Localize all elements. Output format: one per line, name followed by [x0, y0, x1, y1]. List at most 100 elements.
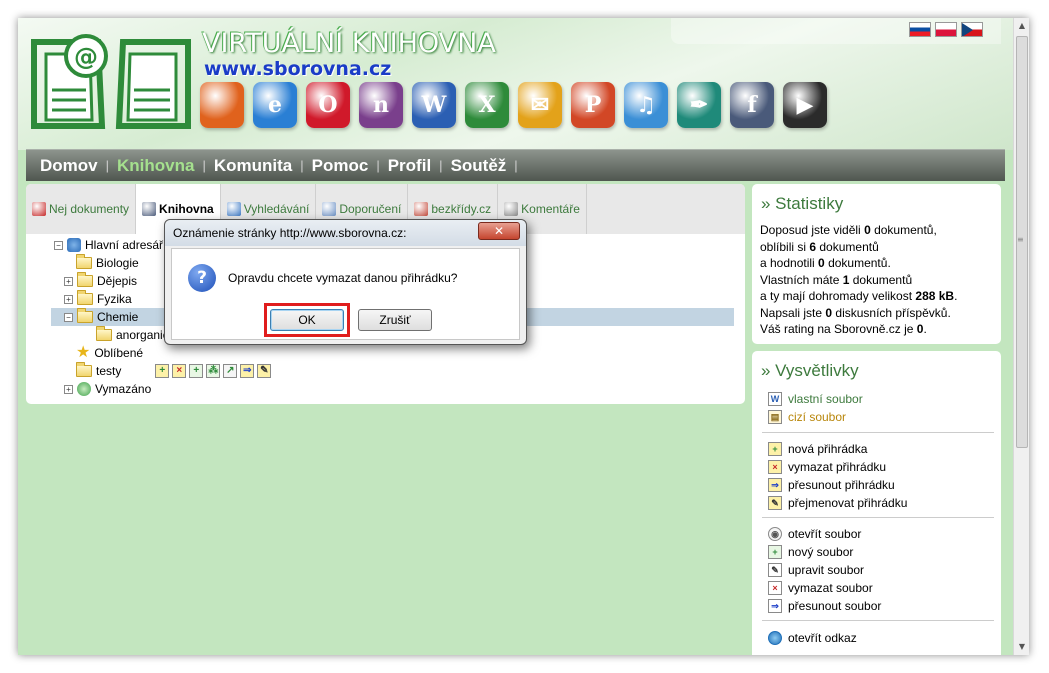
- recycle-bin-icon: [77, 382, 91, 396]
- outlook-icon[interactable]: ✉: [518, 82, 562, 128]
- excel-icon[interactable]: X: [465, 82, 509, 128]
- edit-file-icon: ✎: [768, 563, 782, 577]
- polish-flag-icon[interactable]: [935, 22, 957, 37]
- legend-label: přesunout soubor: [788, 599, 882, 613]
- slovak-flag-icon[interactable]: [909, 22, 931, 37]
- statistics-line: Doposud jste viděli 0 dokumentů,: [760, 222, 957, 239]
- flash-icon[interactable]: f: [730, 82, 774, 128]
- ok-button[interactable]: OK: [270, 309, 344, 331]
- scroll-up-icon[interactable]: ▲: [1014, 18, 1029, 34]
- statistics-text-part: dokumentů.: [824, 256, 891, 270]
- legend-label: přesunout přihrádku: [788, 478, 895, 492]
- music-file-icon[interactable]: ♫: [624, 82, 668, 128]
- legend-open-link: otevřít odkaz: [768, 630, 857, 646]
- legend-label: nový soubor: [788, 545, 854, 559]
- powerpoint-icon[interactable]: P: [571, 82, 615, 128]
- nav-item-3[interactable]: Pomoc: [312, 156, 369, 176]
- nav-separator: |: [300, 158, 304, 173]
- tab-0[interactable]: Nej dokumenty: [26, 184, 137, 234]
- add-link-icon[interactable]: ↗: [223, 364, 238, 378]
- tree-item-oblibene[interactable]: ★ Oblíbené: [76, 344, 143, 362]
- foreign-document-icon: ▤: [768, 410, 782, 424]
- open-folder-icon: [77, 308, 93, 323]
- expand-icon[interactable]: +: [64, 294, 73, 304]
- new-folder-icon[interactable]: +: [155, 364, 170, 378]
- tree-item-label: Fyzika: [97, 292, 132, 306]
- site-title: VIRTUÁLNÍ KNIHOVNA: [202, 28, 496, 59]
- legend-label: vlastní soubor: [788, 392, 863, 406]
- statistics-text-part: Doposud jste viděli: [760, 223, 865, 237]
- onenote-icon[interactable]: n: [359, 82, 403, 128]
- confirm-dialog: Oznámenie stránky http://www.sborovna.cz…: [164, 219, 527, 345]
- legend-delete-file: × vymazat soubor: [768, 580, 873, 596]
- open-file-icon: ◉: [768, 527, 782, 541]
- tree-item-label: Dějepis: [97, 274, 138, 288]
- nav-separator: |: [439, 158, 443, 173]
- globe-icon: [768, 631, 782, 645]
- tab-label: Nej dokumenty: [49, 202, 130, 216]
- page-scrollbar[interactable]: ▲ ≡ ▼: [1013, 18, 1029, 655]
- delete-folder-icon[interactable]: ×: [172, 364, 187, 378]
- move-file-icon: ⇒: [768, 599, 782, 613]
- nav-separator: |: [376, 158, 380, 173]
- firefox-icon[interactable]: [200, 82, 244, 128]
- statistics-line: a hodnotili 0 dokumentů.: [760, 255, 957, 272]
- statistics-line: Vlastních máte 1 dokumentů: [760, 272, 957, 289]
- browser-page: @ VIRTUÁLNÍ KNIHOVNA www.sborovna.cz eOn…: [18, 18, 1029, 655]
- legend-label: upravit soubor: [788, 563, 865, 577]
- file-type-icons: e On W X ✉ P ♫ ✒ f ▶: [200, 82, 827, 128]
- tree-item-label: anorganic: [116, 328, 169, 342]
- rename-folder-icon[interactable]: ✎: [257, 364, 272, 378]
- dialog-close-button[interactable]: ✕: [478, 222, 520, 240]
- tree-item-dejepis[interactable]: + Dějepis: [64, 272, 137, 290]
- legend-delete-folder: × vymazat přihrádku: [768, 459, 886, 475]
- legend-divider: [762, 620, 994, 621]
- library-logo[interactable]: @: [28, 24, 193, 132]
- expand-icon[interactable]: +: [64, 384, 73, 394]
- statistics-value: 288 kB: [915, 289, 955, 303]
- nav-item-1[interactable]: Knihovna: [117, 156, 194, 176]
- tree-item-chemie[interactable]: − Chemie: [64, 308, 138, 326]
- avi-video-icon[interactable]: ▶: [783, 82, 827, 128]
- tree-item-testy[interactable]: testy + × + ⁂ ↗ ⇒ ✎: [76, 362, 272, 380]
- language-flags: [909, 22, 983, 37]
- statistics-line: a ty mají dohromady velikost 288 kB.: [760, 288, 957, 305]
- dialog-title: Oznámenie stránky http://www.sborovna.cz…: [165, 220, 526, 246]
- statistics-text-part: Vlastních máte: [760, 272, 843, 287]
- internet-explorer-icon[interactable]: e: [253, 82, 297, 128]
- nav-item-2[interactable]: Komunita: [214, 156, 292, 176]
- tree-structure-icon[interactable]: ⁂: [206, 364, 221, 378]
- nav-item-5[interactable]: Soutěž: [451, 156, 507, 176]
- tree-item-anorganic[interactable]: anorganic: [96, 326, 169, 344]
- cancel-button[interactable]: Zrušiť: [358, 309, 432, 331]
- site-url[interactable]: www.sborovna.cz: [204, 58, 391, 80]
- site-header: @ VIRTUÁLNÍ KNIHOVNA www.sborovna.cz eOn…: [18, 18, 1013, 150]
- word-icon[interactable]: W: [412, 82, 456, 128]
- opera-icon[interactable]: O: [306, 82, 350, 128]
- new-file-icon[interactable]: +: [189, 364, 204, 378]
- tree-item-biologie[interactable]: Biologie: [76, 254, 139, 272]
- statistics-text-part: Váš rating na Sborovně.cz je: [760, 322, 917, 336]
- move-folder-icon[interactable]: ⇒: [240, 364, 255, 378]
- expand-icon[interactable]: +: [64, 276, 73, 286]
- scroll-down-icon[interactable]: ▼: [1014, 639, 1029, 655]
- tree-item-label: Biologie: [96, 256, 139, 270]
- statistics-text-part: dokumentů: [816, 239, 879, 254]
- delete-folder-icon: ×: [768, 460, 782, 474]
- statistics-card: » Statistiky Doposud jste viděli 0 dokum…: [752, 184, 1001, 344]
- tree-root[interactable]: − Hlavní adresář: [54, 236, 163, 254]
- collapse-icon[interactable]: −: [54, 240, 63, 250]
- statistics-text-part: a hodnotili: [760, 256, 819, 270]
- statistics-value: 0: [818, 256, 825, 270]
- legend-own-file: W vlastní soubor: [768, 391, 863, 407]
- collapse-icon[interactable]: −: [64, 312, 73, 322]
- czech-flag-icon[interactable]: [961, 22, 983, 37]
- tree-item-vymazano[interactable]: + Vymazáno: [64, 380, 151, 398]
- tree-item-fyzika[interactable]: + Fyzika: [64, 290, 132, 308]
- computer-icon: [67, 238, 81, 252]
- publisher-icon[interactable]: ✒: [677, 82, 721, 128]
- legend-edit-file: ✎ upravit soubor: [768, 562, 864, 578]
- legend-label: cizí soubor: [788, 410, 847, 424]
- nav-item-4[interactable]: Profil: [388, 156, 431, 176]
- nav-item-0[interactable]: Domov: [40, 156, 98, 176]
